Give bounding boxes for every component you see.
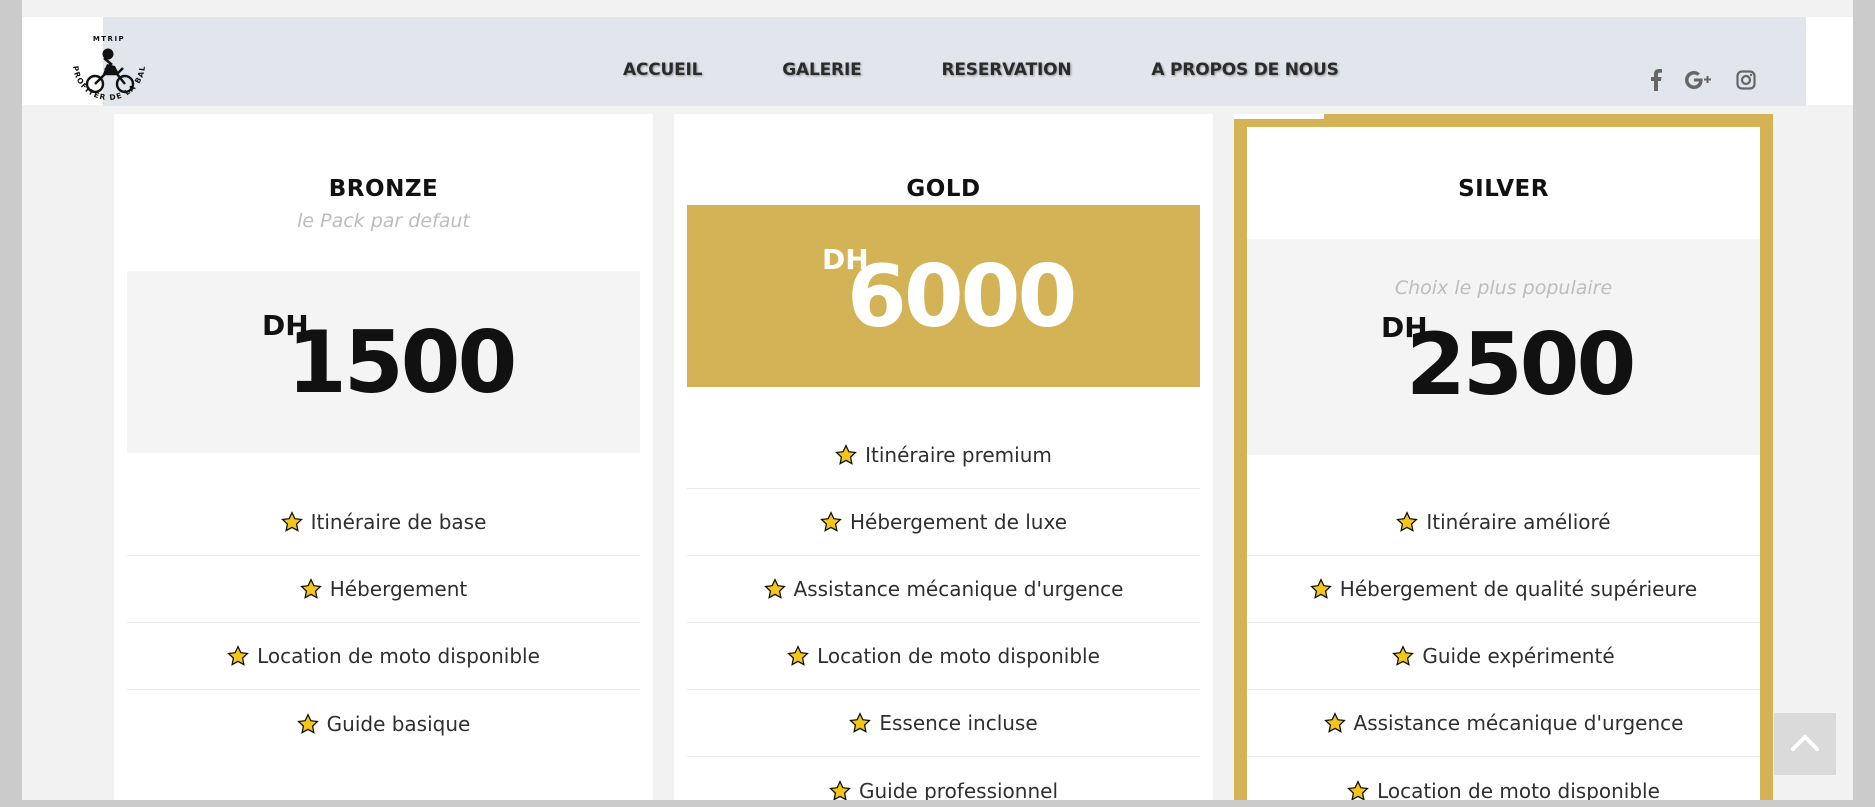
price-box: DH 6000 <box>687 205 1200 387</box>
nav-item-a-propos[interactable]: A PROPOS DE NOUS <box>1151 60 1339 80</box>
plan-subtitle: Choix le plus populaire <box>1394 277 1613 299</box>
price-box: DH 1500 <box>127 271 640 453</box>
star-icon <box>296 712 319 735</box>
feature-label: Location de moto disponible <box>817 644 1100 668</box>
feature-label: Guide expérimenté <box>1422 644 1615 668</box>
plan-card-silver: SILVER Choix le plus populaire DH 2500 I… <box>1234 114 1773 800</box>
chevron-up-icon <box>1790 732 1820 756</box>
feature-list: Itinéraire de base Hébergement Location … <box>127 489 640 757</box>
nav-item-galerie[interactable]: GALERIE <box>782 60 861 80</box>
plan-card-bronze: BRONZE le Pack par defaut DH 1500 Itinér… <box>114 114 653 800</box>
feature-item: Hébergement de luxe <box>687 489 1200 556</box>
scroll-to-top-button[interactable] <box>1774 713 1836 775</box>
star-icon <box>835 444 857 466</box>
feature-item: Hébergement de qualité supérieure <box>1247 556 1760 623</box>
google-plus-icon[interactable] <box>1684 70 1714 90</box>
star-icon <box>1309 578 1332 600</box>
svg-text:MTRIP: MTRIP <box>93 35 125 43</box>
feature-item: Assistance mécanique d'urgence <box>687 556 1200 623</box>
nav-menu: ACCUEIL GALERIE RESERVATION A PROPOS DE … <box>623 60 1419 80</box>
facebook-icon[interactable] <box>1650 69 1662 91</box>
feature-label: Assistance mécanique d'urgence <box>793 577 1124 601</box>
feature-label: Hébergement <box>329 577 468 601</box>
feature-label: Location de moto disponible <box>1377 778 1660 801</box>
star-icon <box>1396 511 1419 533</box>
plan-card-gold: GOLD DH 6000 Itinéraire premium Hébergem… <box>674 114 1213 800</box>
feature-item: Guide professionnel <box>687 757 1200 800</box>
feature-label: Guide professionnel <box>859 778 1058 801</box>
feature-label: Location de moto disponible <box>257 644 540 668</box>
star-icon <box>849 712 872 734</box>
price-amount: 2500 <box>1406 315 1636 415</box>
price-amount: 1500 <box>287 313 517 413</box>
card-top-highlight <box>1234 114 1324 119</box>
feature-item: Guide expérimenté <box>1247 623 1760 690</box>
nav-item-accueil[interactable]: ACCUEIL <box>623 60 702 80</box>
instagram-icon[interactable] <box>1736 70 1756 90</box>
feature-label: Hébergement de qualité supérieure <box>1339 577 1698 601</box>
feature-item: Guide basique <box>127 690 640 757</box>
feature-item: Essence incluse <box>687 690 1200 757</box>
star-icon <box>1392 645 1415 667</box>
star-icon <box>1323 712 1346 734</box>
star-icon <box>1347 779 1369 800</box>
star-icon <box>787 645 809 667</box>
page: ACCUEIL GALERIE RESERVATION A PROPOS DE … <box>22 0 1853 800</box>
feature-label: Itinéraire amélioré <box>1426 510 1611 534</box>
plan-name: SILVER <box>1458 176 1549 202</box>
feature-item: Itinéraire de base <box>127 489 640 556</box>
social-links <box>1650 69 1756 91</box>
svg-text:PROFITER DE LA BALADE: PROFITER DE LA BALADE <box>59 18 147 102</box>
feature-item: Location de moto disponible <box>1247 757 1760 800</box>
feature-list: Itinéraire premium Hébergement de luxe A… <box>687 422 1200 800</box>
feature-label: Essence incluse <box>879 711 1038 735</box>
logo[interactable]: MTRIP PROFITER DE LA BALADE <box>55 11 159 118</box>
star-icon <box>227 645 249 667</box>
feature-label: Assistance mécanique d'urgence <box>1353 711 1684 735</box>
feature-label: Guide basique <box>326 711 471 736</box>
plan-subtitle: le Pack par defaut <box>297 210 470 232</box>
plan-card-inner: SILVER Choix le plus populaire DH 2500 I… <box>1247 127 1760 800</box>
plan-name: GOLD <box>906 176 981 202</box>
star-icon <box>763 578 786 600</box>
feature-item: Location de moto disponible <box>687 623 1200 690</box>
feature-item: Location de moto disponible <box>127 623 640 690</box>
header-margin-right <box>1806 17 1853 105</box>
plan-name: BRONZE <box>328 176 439 202</box>
feature-item: Assistance mécanique d'urgence <box>1247 690 1760 757</box>
star-icon <box>829 779 851 800</box>
feature-item: Itinéraire amélioré <box>1247 489 1760 556</box>
price-box: Choix le plus populaire DH 2500 <box>1247 239 1760 455</box>
price-amount: 6000 <box>847 247 1077 347</box>
feature-label: Hébergement de luxe <box>850 510 1067 534</box>
star-icon <box>820 511 842 533</box>
feature-label: Itinéraire de base <box>310 510 487 534</box>
feature-label: Itinéraire premium <box>865 443 1052 467</box>
star-icon <box>280 511 303 533</box>
feature-item: Hébergement <box>127 556 640 623</box>
feature-list: Itinéraire amélioré Hébergement de quali… <box>1247 489 1760 800</box>
feature-item: Itinéraire premium <box>687 422 1200 489</box>
nav-item-reservation[interactable]: RESERVATION <box>941 60 1071 80</box>
star-icon <box>299 578 322 600</box>
navbar: ACCUEIL GALERIE RESERVATION A PROPOS DE … <box>103 17 1806 106</box>
